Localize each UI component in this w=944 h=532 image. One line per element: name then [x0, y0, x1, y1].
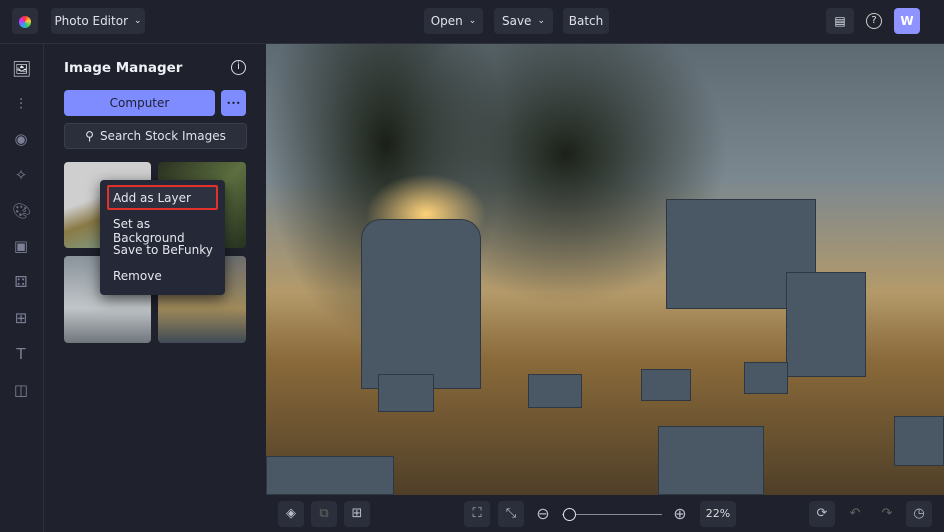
menu-item-remove[interactable]: Remove	[113, 269, 162, 283]
redo-icon[interactable]: ↷	[874, 501, 900, 527]
befunky-logo[interactable]	[12, 8, 38, 34]
open-label: Open	[430, 14, 463, 28]
batch-button[interactable]: Batch	[563, 8, 609, 34]
zoom-slider-handle[interactable]	[563, 508, 576, 521]
headstone	[658, 426, 764, 495]
headstone	[786, 272, 866, 377]
layers-icon[interactable]: ◈	[278, 501, 304, 527]
computer-button[interactable]: Computer	[64, 90, 215, 116]
adjust-icon[interactable]: ⫶	[12, 95, 30, 113]
tool-rail: 🖼︎ ⫶ ◉ ✧ 🎨︎ ▣ ⚃ ⊞ T ◫	[0, 44, 44, 532]
undo-icon[interactable]: ↶	[842, 501, 868, 527]
replace-icon[interactable]: ⧉	[311, 501, 337, 527]
more-options-button[interactable]: •••	[221, 90, 246, 116]
overlay-icon[interactable]: ◫	[12, 381, 30, 399]
headstone	[266, 456, 394, 495]
texture-icon[interactable]: ⊞	[12, 309, 30, 327]
chevron-down-icon: ⌄	[134, 16, 142, 26]
context-menu: Add as Layer Set as Background Save to B…	[100, 180, 225, 295]
comments-icon[interactable]: ▤	[826, 8, 854, 34]
zoom-slider[interactable]	[562, 514, 662, 515]
top-bar: Photo Editor ⌄ Open ⌄ Save ⌄ Batch ▤ ? W	[0, 0, 944, 44]
headstone	[528, 374, 582, 408]
zoom-level[interactable]: 22%	[700, 501, 736, 527]
save-button[interactable]: Save ⌄	[494, 8, 553, 34]
actual-size-icon[interactable]: ⤡	[498, 501, 524, 527]
menu-item-add-as-layer[interactable]: Add as Layer	[113, 191, 191, 205]
headstone	[744, 362, 788, 394]
menu-item-save-to-befunky[interactable]: Save to BeFunky	[113, 243, 213, 257]
grid-icon[interactable]: ⊞	[344, 501, 370, 527]
save-label: Save	[501, 14, 532, 28]
batch-label: Batch	[568, 14, 604, 28]
chevron-down-icon: ⌄	[468, 16, 477, 26]
eye-icon[interactable]: ◉	[12, 130, 30, 148]
artsy-icon[interactable]: 🎨︎	[12, 202, 31, 220]
bottom-toolbar: ◈ ⧉ ⊞ ⛶ ⤡ ⊖ ⊕ 22% ⟳ ↶ ↷ ◷	[266, 495, 944, 532]
headstone	[894, 416, 944, 466]
open-button[interactable]: Open ⌄	[424, 8, 483, 34]
fit-screen-icon[interactable]: ⛶	[464, 501, 490, 527]
photo-editor-dropdown[interactable]: Photo Editor ⌄	[51, 8, 145, 34]
app-menu-label: Photo Editor	[54, 14, 128, 28]
avatar-letter: W	[900, 14, 914, 28]
refresh-icon[interactable]: ⟳	[809, 501, 835, 527]
history-icon[interactable]: ◷	[906, 501, 932, 527]
photo-canvas[interactable]	[266, 44, 944, 495]
search-icon: ⚲	[85, 129, 94, 143]
more-label: •••	[226, 98, 241, 108]
avatar[interactable]: W	[894, 8, 920, 34]
headstone	[641, 369, 691, 401]
help-icon[interactable]: ?	[862, 8, 886, 34]
zoom-out-icon[interactable]: ⊖	[530, 501, 556, 527]
zoom-in-icon[interactable]: ⊕	[667, 501, 693, 527]
text-icon[interactable]: T	[12, 345, 30, 363]
menu-item-set-as-background[interactable]: Set as Background	[113, 217, 225, 245]
effects-icon[interactable]: ✧	[12, 166, 30, 184]
image-manager-icon[interactable]: 🖼︎	[12, 60, 31, 78]
frame-icon[interactable]: ▣	[12, 237, 30, 255]
search-stock-images-button[interactable]: ⚲ Search Stock Images	[64, 123, 247, 149]
headstone	[378, 374, 434, 412]
panel-title: Image Manager	[64, 60, 183, 76]
monument	[361, 219, 481, 389]
search-label: Search Stock Images	[99, 129, 226, 143]
info-icon[interactable]: i	[231, 60, 246, 75]
computer-label: Computer	[109, 96, 170, 110]
graphics-icon[interactable]: ⚃	[12, 273, 30, 291]
chevron-down-icon: ⌄	[537, 16, 545, 26]
